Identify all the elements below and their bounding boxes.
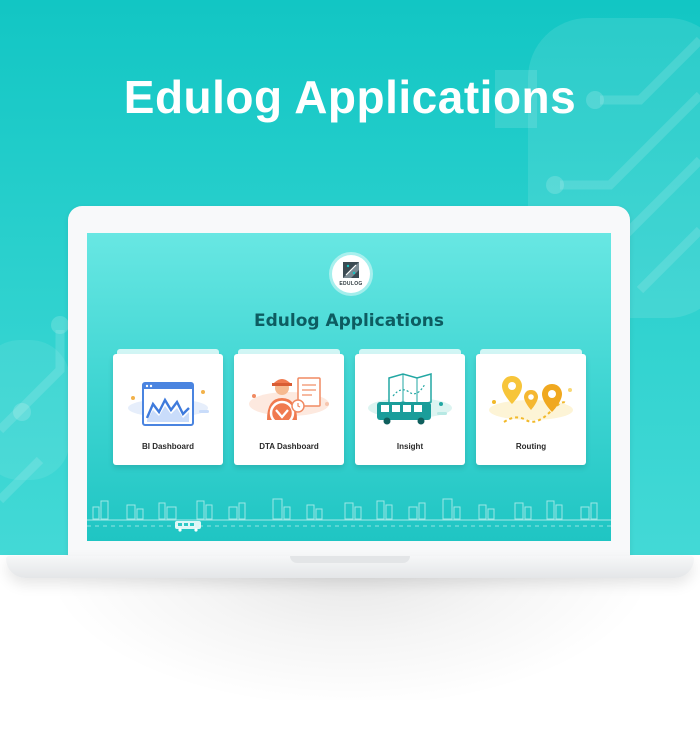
- mini-bus-icon: [175, 521, 201, 532]
- laptop-screen: EDULOG Edulog Applications BI Dashboard: [87, 233, 611, 541]
- hero-title: Edulog Applications: [123, 71, 577, 123]
- app-card-label: Routing: [515, 442, 547, 451]
- driver-steering-wheel-icon: [249, 377, 329, 426]
- laptop-shadow: [60, 560, 640, 700]
- bi-dashboard-chart-icon: [128, 382, 209, 426]
- app-card-routing[interactable]: Routing: [476, 349, 586, 465]
- city-skyline-decoration: [87, 498, 611, 532]
- app-card-label: Insight: [396, 442, 424, 451]
- app-card-dta-dashboard[interactable]: DTA Dashboard: [234, 349, 344, 465]
- app-card-label: DTA Dashboard: [259, 442, 319, 451]
- route-location-pins-icon: [489, 376, 573, 423]
- laptop-hinge-notch: [290, 556, 410, 563]
- screen-title: Edulog Applications: [253, 311, 445, 331]
- school-bus-map-icon: [368, 373, 452, 425]
- app-card-insight[interactable]: Insight: [355, 349, 465, 465]
- logo-text: EDULOG: [339, 281, 363, 287]
- app-card-bi-dashboard[interactable]: BI Dashboard: [113, 349, 223, 465]
- edulog-logo: EDULOG: [332, 255, 370, 293]
- app-card-label: BI Dashboard: [141, 442, 194, 451]
- edulog-logo-icon: [343, 262, 359, 278]
